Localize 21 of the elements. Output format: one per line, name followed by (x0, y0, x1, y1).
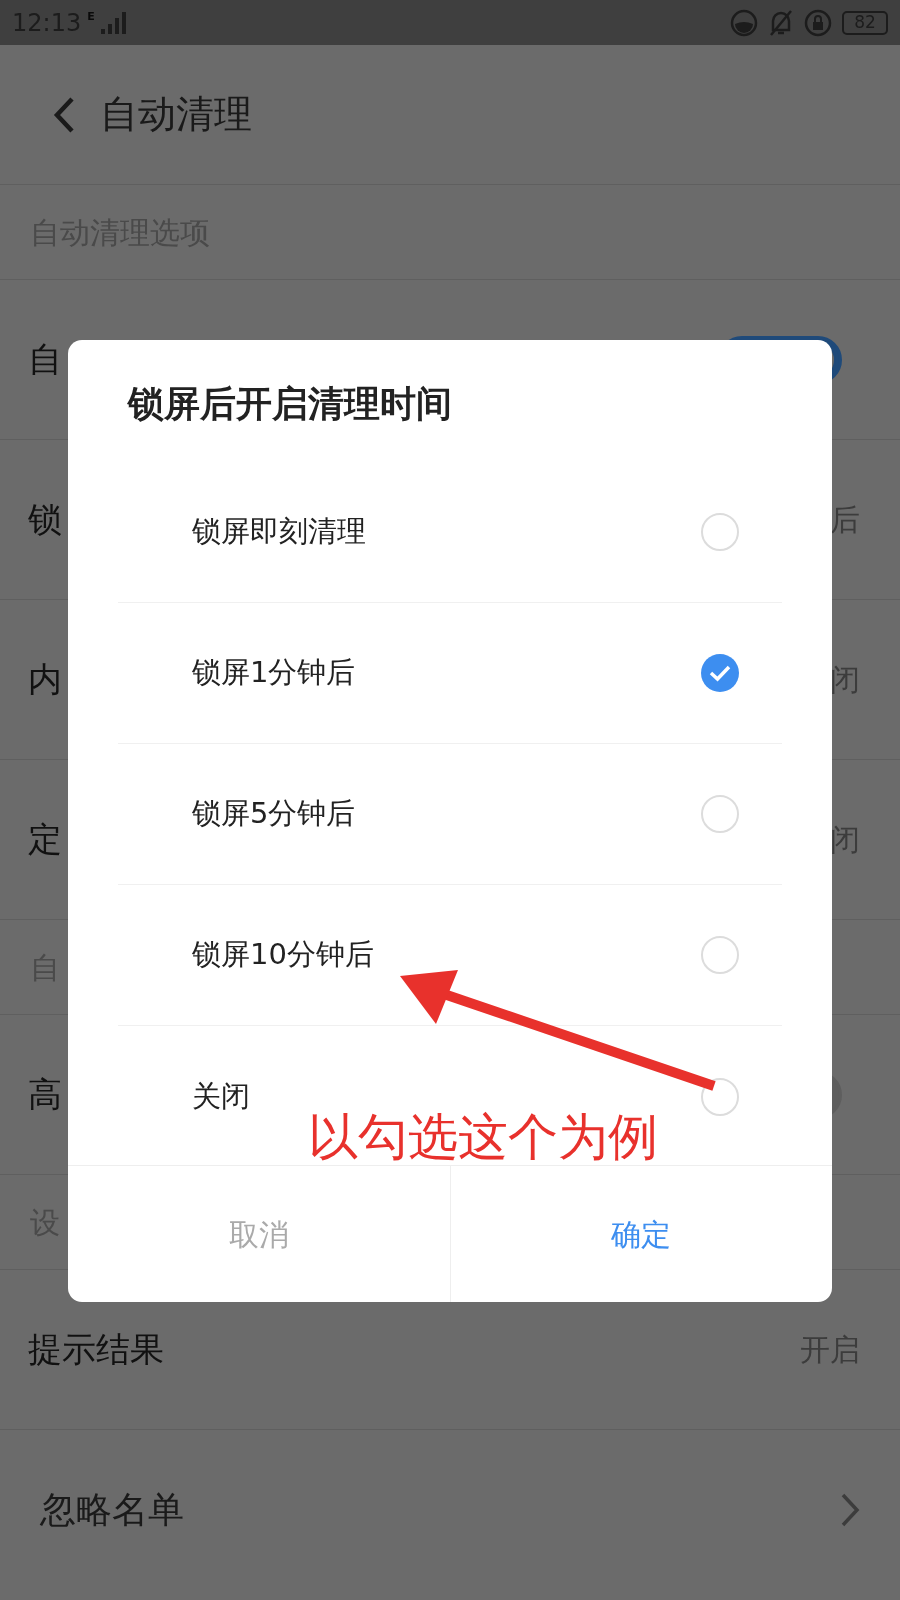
setting-label: 忽略名单 (40, 1488, 184, 1532)
rotation-lock-icon (804, 8, 832, 37)
setting-label: 锁 (28, 498, 62, 541)
circle-icon (730, 8, 758, 37)
setting-label: 自 (28, 338, 62, 381)
bell-off-icon (768, 8, 794, 37)
annotation-text: 以勾选这个为例 (308, 1112, 658, 1162)
radio-option-label[interactable]: 锁屏1分钟后 (192, 651, 356, 695)
setting-label: 高 (28, 1073, 62, 1116)
radio-option-label[interactable]: 锁屏10分钟后 (192, 933, 374, 977)
setting-label: 定 (28, 818, 62, 861)
chevron-right-icon (840, 1492, 860, 1528)
signal-icon (100, 11, 127, 34)
dialog-title: 锁屏后开启清理时间 (128, 382, 452, 426)
setting-label: 内 (28, 658, 62, 701)
back-icon[interactable] (52, 95, 76, 134)
radio-option-label[interactable]: 锁屏5分钟后 (192, 792, 356, 836)
radio-option-label[interactable]: 关闭 (192, 1074, 250, 1119)
setting-label: 提示结果 (28, 1328, 164, 1371)
page-title: 自动清理 (100, 91, 252, 138)
radio-option-label[interactable]: 锁屏即刻清理 (192, 510, 366, 554)
